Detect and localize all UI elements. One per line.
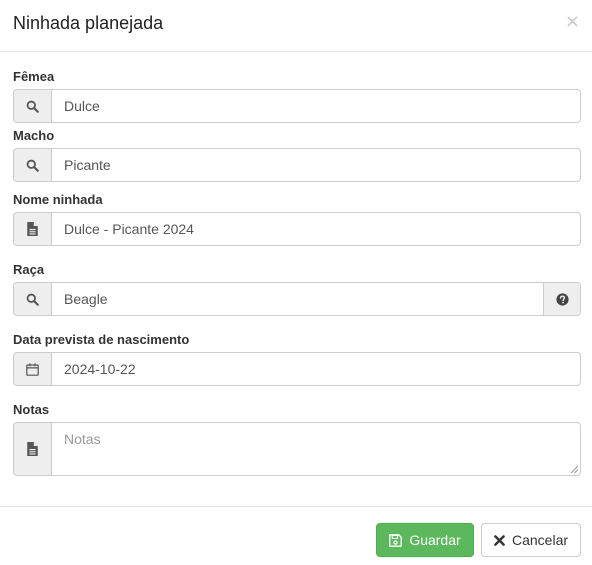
close-x-icon: [494, 534, 505, 546]
modal-title: Ninhada planejada: [13, 13, 164, 33]
document-icon: [14, 423, 52, 475]
notes-input-group: [13, 422, 581, 476]
breed-input[interactable]: [52, 283, 543, 315]
search-icon: [14, 90, 52, 122]
litter-name-label: Nome ninhada: [13, 192, 103, 207]
search-icon: [14, 149, 52, 181]
planned-litter-modal: Ninhada planejada × Fêmea Macho Nome nin…: [0, 0, 592, 565]
floppy-disk-icon: [389, 533, 403, 547]
search-icon: [14, 283, 52, 315]
document-icon: [14, 213, 52, 245]
male-label: Macho: [13, 128, 55, 143]
due-date-label: Data prevista de nascimento: [13, 332, 190, 347]
close-icon[interactable]: ×: [565, 13, 580, 31]
cancel-button-label: Cancelar: [511, 532, 569, 548]
male-input-group: [13, 148, 581, 182]
notes-label: Notas: [13, 402, 50, 417]
question-circle-icon[interactable]: [543, 283, 580, 315]
notes-textarea[interactable]: [52, 423, 580, 475]
calendar-icon: [14, 353, 52, 385]
female-label: Fêmea: [13, 69, 55, 84]
female-input-group: [13, 89, 581, 123]
modal-header: Ninhada planejada ×: [0, 0, 592, 52]
litter-name-input-group: [13, 212, 581, 246]
modal-footer: Guardar Cancelar: [0, 506, 592, 565]
save-button-label: Guardar: [409, 532, 461, 548]
male-input[interactable]: [52, 149, 580, 181]
due-date-input[interactable]: [52, 353, 580, 385]
breed-label: Raça: [13, 262, 45, 277]
save-button[interactable]: Guardar: [376, 523, 474, 557]
female-input[interactable]: [52, 90, 580, 122]
due-date-input-group: [13, 352, 581, 386]
cancel-button[interactable]: Cancelar: [481, 523, 581, 557]
litter-name-input[interactable]: [52, 213, 580, 245]
resize-grip-icon[interactable]: [570, 465, 578, 473]
breed-input-group: [13, 282, 581, 316]
